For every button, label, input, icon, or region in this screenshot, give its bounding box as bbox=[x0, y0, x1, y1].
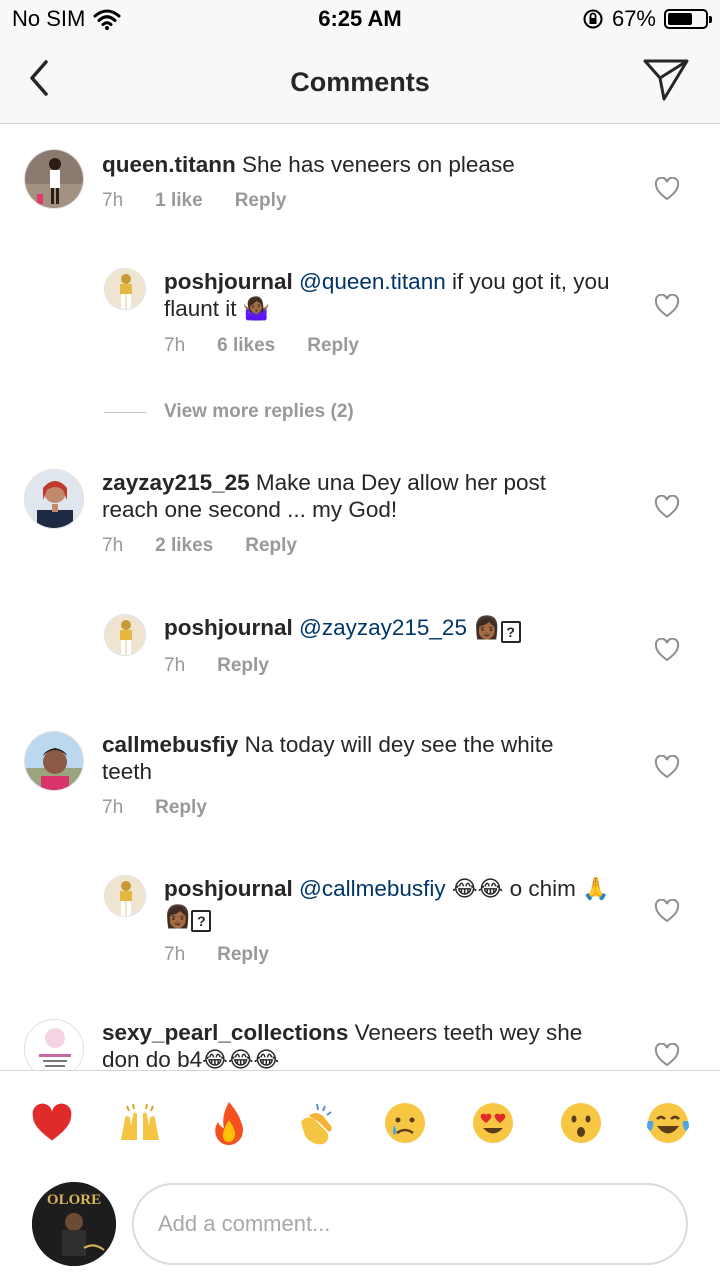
rotation-lock-icon bbox=[583, 9, 603, 29]
avatar[interactable] bbox=[24, 731, 84, 791]
unknown-glyph-icon: ? bbox=[191, 910, 212, 932]
fire-reaction-icon[interactable] bbox=[206, 1100, 252, 1146]
reply-button[interactable]: Reply bbox=[217, 655, 269, 677]
comment-username[interactable]: poshjournal bbox=[164, 269, 293, 294]
avatar[interactable] bbox=[104, 268, 146, 310]
like-heart-icon[interactable] bbox=[654, 638, 680, 662]
comment-text: callmebusfiy Na today will dey see the w… bbox=[102, 731, 602, 785]
avatar[interactable] bbox=[104, 875, 146, 917]
comment-body: queen.titann She has veneers on please 7… bbox=[102, 151, 602, 212]
battery-icon bbox=[664, 9, 712, 29]
comment-text: queen.titann She has veneers on please bbox=[102, 151, 602, 178]
comment-meta: 7h 2 likes Reply bbox=[102, 535, 602, 557]
add-comment-input[interactable]: Add a comment... bbox=[132, 1183, 688, 1265]
comment-meta: 7h Reply bbox=[164, 944, 624, 966]
woman-emoji: 👩🏾 bbox=[473, 616, 501, 641]
like-heart-icon[interactable] bbox=[654, 177, 680, 201]
raised-hands-reaction-icon[interactable] bbox=[117, 1100, 163, 1146]
comment-meta: 7h Reply bbox=[102, 797, 602, 819]
comment-time: 7h bbox=[102, 535, 124, 556]
status-bar: No SIM 6:25 AM 67% bbox=[0, 0, 720, 40]
laughing-emoji: 😂😂 bbox=[451, 877, 504, 902]
comment-body: zayzay215_25 Make una Dey allow her post… bbox=[102, 469, 602, 557]
status-right: 67% bbox=[582, 6, 712, 32]
battery-percent: 67% bbox=[611, 6, 656, 31]
comment-username[interactable]: sexy_pearl_collections bbox=[102, 1020, 348, 1045]
reply-button[interactable]: Reply bbox=[307, 335, 359, 357]
view-more-replies[interactable]: View more replies (2) bbox=[104, 401, 354, 423]
comment-time: 7h bbox=[102, 190, 124, 211]
tears-of-joy-reaction-icon[interactable] bbox=[645, 1100, 691, 1146]
surprised-face-reaction-icon[interactable] bbox=[558, 1100, 604, 1146]
comment-likes[interactable]: 1 like bbox=[155, 190, 203, 212]
heart-eyes-reaction-icon[interactable] bbox=[470, 1100, 516, 1146]
comment-text: sexy_pearl_collections Veneers teeth wey… bbox=[102, 1019, 602, 1070]
comment-username[interactable]: poshjournal bbox=[164, 615, 293, 640]
comment-time: 7h bbox=[164, 335, 186, 356]
comment-text: poshjournal @callmebusfiy 😂😂 o chim 🙏👩🏾? bbox=[164, 875, 624, 932]
reply-button[interactable]: Reply bbox=[235, 190, 287, 212]
comment-body: sexy_pearl_collections Veneers teeth wey… bbox=[102, 1019, 602, 1070]
reply-button[interactable]: Reply bbox=[245, 535, 297, 557]
mention-link[interactable]: @zayzay215_25 bbox=[299, 615, 467, 640]
comment-body: poshjournal @callmebusfiy 😂😂 o chim 🙏👩🏾?… bbox=[164, 875, 624, 966]
comment-text: poshjournal @zayzay215_25 👩🏾? bbox=[164, 614, 624, 643]
comment-body: poshjournal @zayzay215_25 👩🏾? 7h Reply bbox=[164, 614, 624, 677]
like-heart-icon[interactable] bbox=[654, 495, 680, 519]
comment-username[interactable]: callmebusfiy bbox=[102, 732, 238, 757]
shrug-emoji: 🤷🏾‍♀️ bbox=[242, 297, 271, 322]
view-more-label[interactable]: View more replies (2) bbox=[164, 401, 354, 423]
comment-text: poshjournal @queen.titann if you got it,… bbox=[164, 268, 624, 323]
comment-time: 7h bbox=[164, 944, 186, 965]
laughing-emoji: 😂😂😂 bbox=[202, 1048, 280, 1070]
comment-body: poshjournal @queen.titann if you got it,… bbox=[164, 268, 624, 357]
comment-time: 7h bbox=[164, 655, 186, 676]
like-heart-icon[interactable] bbox=[654, 899, 680, 923]
comment-text: zayzay215_25 Make una Dey allow her post… bbox=[102, 469, 602, 523]
mention-link[interactable]: @callmebusfiy bbox=[299, 876, 446, 901]
crying-face-reaction-icon[interactable] bbox=[382, 1100, 428, 1146]
mention-link[interactable]: @queen.titann bbox=[299, 269, 446, 294]
avatar[interactable] bbox=[24, 149, 84, 209]
comment-username[interactable]: zayzay215_25 bbox=[102, 470, 250, 495]
comment-time: 7h bbox=[102, 797, 124, 818]
comment-username[interactable]: queen.titann bbox=[102, 152, 236, 177]
reply-button[interactable]: Reply bbox=[155, 797, 207, 819]
reply-button[interactable]: Reply bbox=[217, 944, 269, 966]
svg-text:OLORE: OLORE bbox=[47, 1192, 101, 1208]
divider-line bbox=[104, 411, 146, 413]
comment-username[interactable]: poshjournal bbox=[164, 876, 293, 901]
unknown-glyph-icon: ? bbox=[500, 621, 521, 643]
direct-send-icon[interactable] bbox=[642, 56, 690, 102]
comment-likes[interactable]: 6 likes bbox=[217, 335, 275, 357]
emoji-reaction-bar bbox=[0, 1090, 720, 1160]
comments-list[interactable]: queen.titann She has veneers on please 7… bbox=[0, 125, 720, 1070]
avatar[interactable] bbox=[24, 469, 84, 529]
comment-meta: 7h Reply bbox=[164, 655, 624, 677]
comment-meta: 7h 6 likes Reply bbox=[164, 335, 624, 357]
avatar[interactable] bbox=[24, 1019, 84, 1070]
clapping-hands-reaction-icon[interactable] bbox=[293, 1100, 339, 1146]
like-heart-icon[interactable] bbox=[654, 755, 680, 779]
heart-reaction-icon[interactable] bbox=[29, 1100, 75, 1146]
nav-bar: Comments bbox=[0, 40, 720, 124]
page-title: Comments bbox=[290, 67, 430, 97]
avatar[interactable] bbox=[104, 614, 146, 656]
like-heart-icon[interactable] bbox=[654, 1043, 680, 1067]
reaction-divider bbox=[0, 1070, 720, 1071]
comment-likes[interactable]: 2 likes bbox=[155, 535, 213, 557]
comment-message: She has veneers on please bbox=[242, 152, 515, 177]
current-user-avatar[interactable]: OLORE bbox=[32, 1182, 116, 1266]
comment-message: o chim bbox=[509, 876, 576, 901]
comment-body: callmebusfiy Na today will dey see the w… bbox=[102, 731, 602, 819]
comment-meta: 7h 1 like Reply bbox=[102, 190, 602, 212]
like-heart-icon[interactable] bbox=[654, 294, 680, 318]
